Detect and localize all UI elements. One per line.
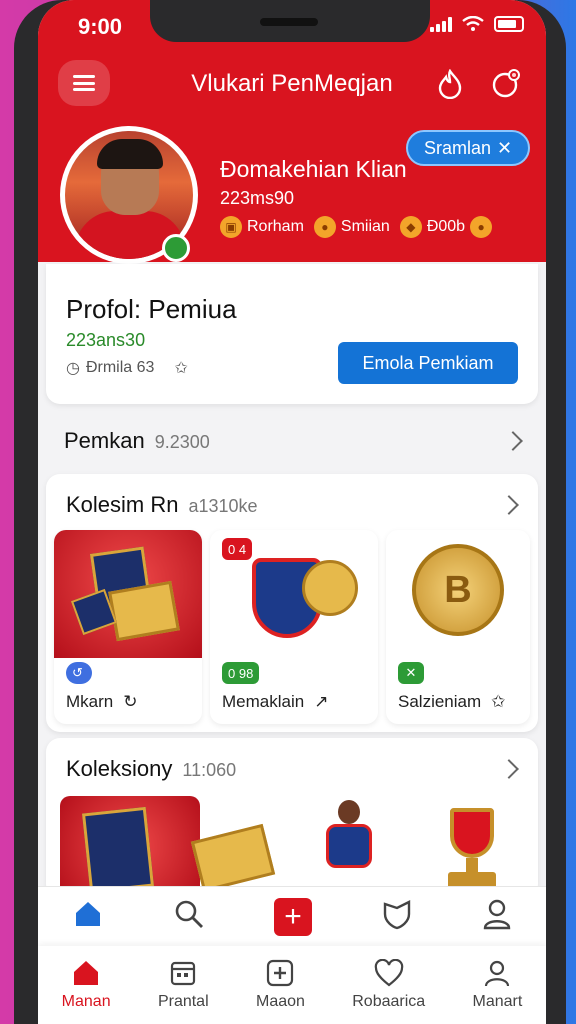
nav-item-add[interactable]: Maaon [256, 959, 305, 1011]
count-tag: 0 98 [222, 662, 260, 684]
badge-outline-icon: ✩ [174, 360, 188, 377]
quick-action-bar: + [38, 886, 546, 946]
type-icon: ↺ [66, 662, 92, 684]
status-pill-button[interactable]: Sramlan ✕ [406, 130, 531, 166]
search-icon[interactable] [173, 898, 205, 935]
bell-icon [492, 69, 520, 98]
app-title: Vlukari PenMeqjan [191, 70, 393, 97]
collection-item[interactable]: 0 4 0 98 Memaklain ↗ [210, 530, 378, 724]
section-count: 11:060 [182, 760, 237, 780]
card-pack-image [54, 530, 202, 658]
badge-list: ▣ Rorham ● Smiian ◆ Ð00b ● [220, 216, 493, 238]
add-icon [267, 959, 294, 987]
nav-label: Manart [472, 993, 523, 1010]
share-icon: ✩ [491, 692, 506, 711]
profile-icon[interactable] [482, 898, 512, 935]
calendar-icon [171, 961, 196, 986]
medal-icon: ◆ [399, 216, 422, 238]
nav-label: Manan [61, 993, 111, 1010]
nav-item-home[interactable]: Manan [62, 959, 111, 1011]
player-figure-image[interactable] [322, 800, 376, 890]
collection-item-label: Mkarn ↻ [66, 692, 138, 711]
flame-button[interactable] [434, 68, 466, 100]
card-pack-image[interactable] [60, 796, 200, 896]
type-icon: ✕ [398, 662, 424, 684]
count-tag: 0 4 [222, 538, 253, 560]
nav-item-account[interactable]: Manart [472, 959, 523, 1011]
collection-card: Koleksiony 11:060 [46, 738, 538, 898]
tools-icon: ✕ [497, 137, 513, 158]
badge-label: Ð00b [426, 218, 466, 235]
home-icon [74, 961, 99, 985]
collection-item-label: Memaklain ↗ [222, 692, 329, 711]
meta-text: Ðrmila 63 [85, 359, 155, 376]
star-icon: ● [313, 216, 336, 238]
trophy-icon: ▣ [220, 216, 242, 238]
gold-card-image[interactable] [190, 823, 276, 893]
notifications-button[interactable] [490, 68, 522, 100]
profile-card: Profol: Pemiua 223ans30 ◷ Ðrmila 63 ✩ Em… [46, 264, 538, 404]
nav-label: Maaon [255, 993, 305, 1010]
profile-card-meta: ◷ Ðrmila 63 ✩ [66, 358, 188, 378]
nav-label: Prantal [157, 993, 209, 1010]
collection-item[interactable]: ↺ Mkarn ↻ [54, 530, 202, 724]
user-icon [485, 960, 510, 987]
profile-card-title: Profol: Pemiua [66, 294, 237, 324]
nav-label: Robaarica [352, 993, 426, 1010]
home-icon[interactable] [72, 899, 104, 934]
gold-medal-image: B [412, 544, 504, 636]
edit-profile-button[interactable]: Emola Pemkiam [338, 342, 518, 384]
collection-item-label: Salzieniam ✩ [398, 692, 506, 711]
profile-card-id: 223ans30 [66, 330, 146, 350]
refresh-icon: ↻ [123, 692, 138, 711]
online-status-icon [162, 234, 190, 262]
chevron-right-icon[interactable] [499, 759, 519, 779]
badge-label: Smiian [340, 218, 390, 235]
badge-label: Rorham [247, 218, 304, 235]
notch [150, 0, 430, 42]
nav-item-favorites[interactable]: Robaarica [352, 959, 425, 1011]
player-id: 223ms90 [220, 188, 295, 208]
collection-item[interactable]: B ✕ Salzieniam ✩ [386, 530, 530, 724]
pill-label: Sramlan [424, 137, 492, 158]
section-count: a1310ke [188, 496, 258, 516]
status-icons [430, 16, 524, 32]
section-title: Koleksiony [66, 756, 173, 781]
shield-icon[interactable] [381, 898, 413, 935]
collection-card: Kolesim Rn a1310ke ↺ Mkarn ↻ 0 4 0 98 Me… [46, 474, 538, 732]
app-screen: 9:00 Vlukari PenMeqjan Ðomakehian Klian … [38, 0, 546, 1024]
signal-icon [430, 16, 452, 32]
player-name: Ðomakehian Klian [220, 156, 407, 182]
section-count: 9.2300 [154, 432, 210, 452]
badge-item[interactable]: ▣ Rorham [220, 216, 304, 238]
clock-icon: ◷ [66, 360, 80, 377]
heart-icon [374, 959, 403, 987]
badge-item[interactable]: ● Smiian [313, 216, 390, 238]
wifi-icon [462, 16, 484, 31]
battery-icon [494, 16, 524, 32]
badge-item[interactable]: ◆ Ð00b ● [399, 216, 493, 238]
chevron-right-icon [503, 431, 523, 451]
status-time: 9:00 [78, 14, 123, 39]
share-icon: ↗ [314, 692, 329, 711]
chevron-right-icon[interactable] [499, 495, 519, 515]
bottom-navigation: Manan Prantal Maaon Robaarica Manart [38, 946, 546, 1024]
section-title: Kolesim Rn [66, 492, 179, 517]
section-title: Pemkan [64, 428, 145, 453]
medal-icon: ● [470, 216, 493, 238]
trophy-image[interactable] [440, 808, 504, 892]
nav-item-calendar[interactable]: Prantal [158, 959, 209, 1011]
plus-icon[interactable]: + [273, 897, 312, 936]
flame-icon [438, 69, 462, 99]
